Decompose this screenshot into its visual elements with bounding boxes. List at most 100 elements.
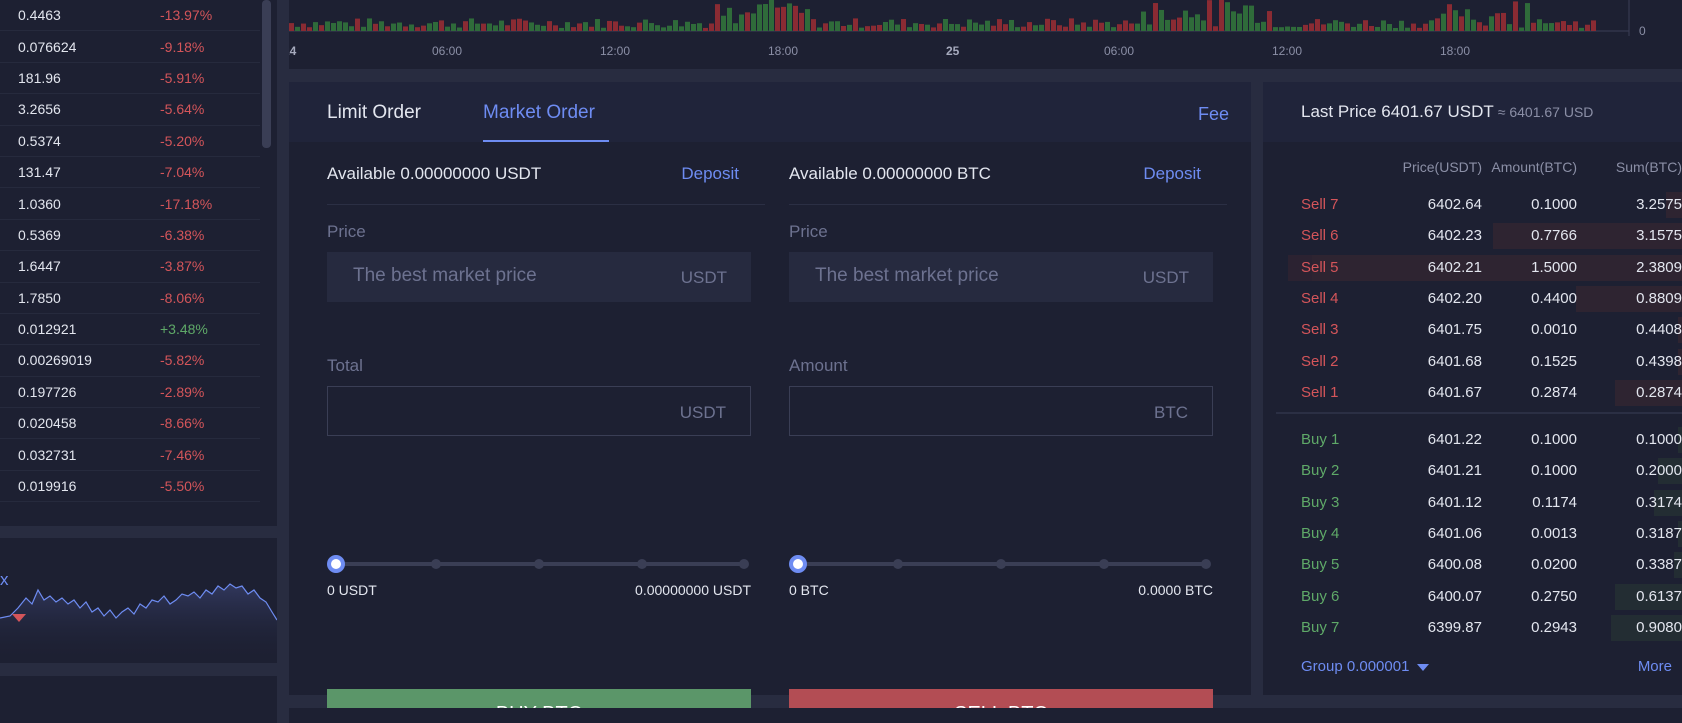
tab-market-order[interactable]: Market Order (483, 102, 595, 124)
caret-down-icon (1417, 663, 1430, 671)
volume-bar (895, 24, 900, 31)
volume-bar (793, 5, 798, 31)
volume-bar (325, 21, 330, 31)
slider-step-100[interactable] (1201, 559, 1211, 569)
row-amount: 0.1525 (1531, 352, 1577, 370)
market-row[interactable]: 3.2656 -5.64% (0, 94, 260, 126)
volume-bar (715, 4, 720, 31)
row-amount: 0.1000 (1531, 196, 1577, 213)
more-link[interactable]: More (1638, 658, 1672, 675)
ask-row[interactable]: Sell 2 6401.68 0.1525 0.4398 (1288, 348, 1682, 375)
market-row[interactable]: 0.019916 -5.50% (0, 471, 260, 503)
market-row[interactable]: 1.0360 -17.18% (0, 188, 260, 220)
market-price: 0.5369 (18, 226, 61, 243)
market-change: -5.64% (160, 101, 205, 118)
volume-bar (901, 19, 906, 31)
market-row[interactable]: 0.00269019 -5.82% (0, 345, 260, 377)
market-change: -17.18% (160, 195, 213, 212)
volume-axis-zero: 0 (1639, 24, 1646, 38)
slider-knob[interactable] (789, 555, 807, 573)
market-row[interactable]: 1.7850 -8.06% (0, 283, 260, 314)
volume-bar (985, 20, 990, 31)
row-sum: 0.4408 (1636, 321, 1682, 339)
buy-amount-slider[interactable] (327, 554, 751, 574)
buy-deposit-link[interactable]: Deposit (681, 164, 739, 184)
sell-deposit-link[interactable]: Deposit (1143, 164, 1201, 184)
market-row[interactable]: 181.96 -5.91% (0, 63, 260, 95)
bid-row[interactable]: Buy 1 6401.22 0.1000 0.1000 (1288, 427, 1682, 453)
sell-amount-slider[interactable] (789, 554, 1213, 574)
volume-bar (739, 14, 744, 32)
slider-knob[interactable] (327, 555, 345, 573)
market-change: -13.97% (160, 7, 213, 24)
tab-limit-order[interactable]: Limit Order (327, 102, 421, 124)
market-row[interactable]: 1.6447 -3.87% (0, 251, 260, 283)
sell-price-input[interactable]: The best market price USDT (789, 252, 1213, 302)
row-amount: 0.1174 (1532, 493, 1577, 511)
sell-amount-input[interactable]: BTC (789, 386, 1213, 436)
volume-bar (517, 18, 522, 31)
volume-bar (1003, 24, 1008, 31)
volume-bar (457, 27, 462, 31)
market-price: 3.2656 (18, 101, 61, 118)
volume-bar (1099, 22, 1104, 31)
sell-amount-unit: BTC (1154, 403, 1188, 422)
market-row[interactable]: 0.197726 -2.89% (0, 377, 260, 409)
ask-row[interactable]: Sell 7 6402.64 0.1000 3.2575 (1288, 192, 1682, 218)
buy-total-input[interactable]: USDT (327, 386, 751, 436)
bid-row[interactable]: Buy 6 6400.07 0.2750 0.6137 (1288, 583, 1682, 610)
volume-bar (1483, 25, 1488, 31)
slider-step-25[interactable] (431, 559, 441, 569)
market-list-scrollbar[interactable] (262, 0, 271, 148)
volume-bar (679, 26, 684, 31)
volume-bar (463, 21, 468, 31)
ask-row[interactable]: Sell 1 6401.67 0.2874 0.2874 (1288, 379, 1682, 406)
volume-bar (691, 23, 696, 31)
market-row[interactable]: 0.020458 -8.66% (0, 408, 260, 440)
slider-step-50[interactable] (534, 559, 544, 569)
volume-bar (613, 21, 618, 31)
row-price: 6402.21 (1427, 258, 1482, 276)
ask-row[interactable]: Sell 4 6402.20 0.4400 0.8809 (1288, 285, 1682, 312)
volume-bar (499, 20, 504, 31)
slider-step-75[interactable] (637, 559, 647, 569)
volume-bar (931, 27, 936, 31)
divider (789, 204, 1227, 205)
ask-row[interactable]: Sell 5 6402.21 1.5000 2.3809 (1288, 254, 1682, 281)
buy-price-placeholder: The best market price (353, 265, 537, 286)
ask-row[interactable]: Sell 6 6402.23 0.7766 3.1575 (1288, 223, 1682, 250)
market-row[interactable]: 0.5374 -5.20% (0, 126, 260, 157)
group-selector[interactable]: Group 0.000001 (1301, 658, 1430, 675)
row-amount: 1.5000 (1531, 258, 1577, 276)
bid-row[interactable]: Buy 5 6400.08 0.0200 0.3387 (1288, 552, 1682, 579)
bid-row[interactable]: Buy 7 6399.87 0.2943 0.9080 (1288, 614, 1682, 641)
row-price: 6401.67 (1427, 383, 1482, 401)
market-row[interactable]: 0.076624 -9.18% (0, 31, 260, 63)
slider-step-100[interactable] (739, 559, 749, 569)
ask-row[interactable]: Sell 3 6401.75 0.0010 0.4408 (1288, 317, 1682, 344)
slider-step-25[interactable] (893, 559, 903, 569)
market-row[interactable]: 0.5369 -6.38% (0, 220, 260, 252)
slider-step-75[interactable] (1099, 559, 1109, 569)
col-header-sum: Sum(BTC) (1615, 159, 1682, 175)
market-row[interactable]: 0.032731 -7.46% (0, 439, 260, 471)
fee-link[interactable]: Fee (1198, 104, 1229, 125)
market-row[interactable]: 0.4463 -13.97% (0, 0, 260, 32)
bid-row[interactable]: Buy 2 6401.21 0.1000 0.2000 (1288, 458, 1682, 485)
market-price: 0.019916 (18, 478, 77, 495)
volume-bar (1567, 24, 1572, 31)
buy-price-input[interactable]: The best market price USDT (327, 252, 751, 302)
volume-bar (415, 27, 420, 31)
volume-bar (1279, 27, 1284, 31)
volume-bar (955, 24, 960, 31)
bid-row[interactable]: Buy 3 6401.12 0.1174 0.3174 (1288, 489, 1682, 516)
bid-row[interactable]: Buy 4 6401.06 0.0013 0.3187 (1288, 520, 1682, 547)
market-row[interactable]: 0.012921 +3.48% (0, 314, 260, 346)
volume-bar (1045, 18, 1050, 31)
volume-bar (481, 23, 486, 31)
volume-bar (1585, 24, 1590, 31)
slider-step-50[interactable] (996, 559, 1006, 569)
volume-bar (1225, 2, 1230, 31)
market-row[interactable]: 131.47 -7.04% (0, 157, 260, 189)
market-change: -9.18% (160, 38, 205, 55)
